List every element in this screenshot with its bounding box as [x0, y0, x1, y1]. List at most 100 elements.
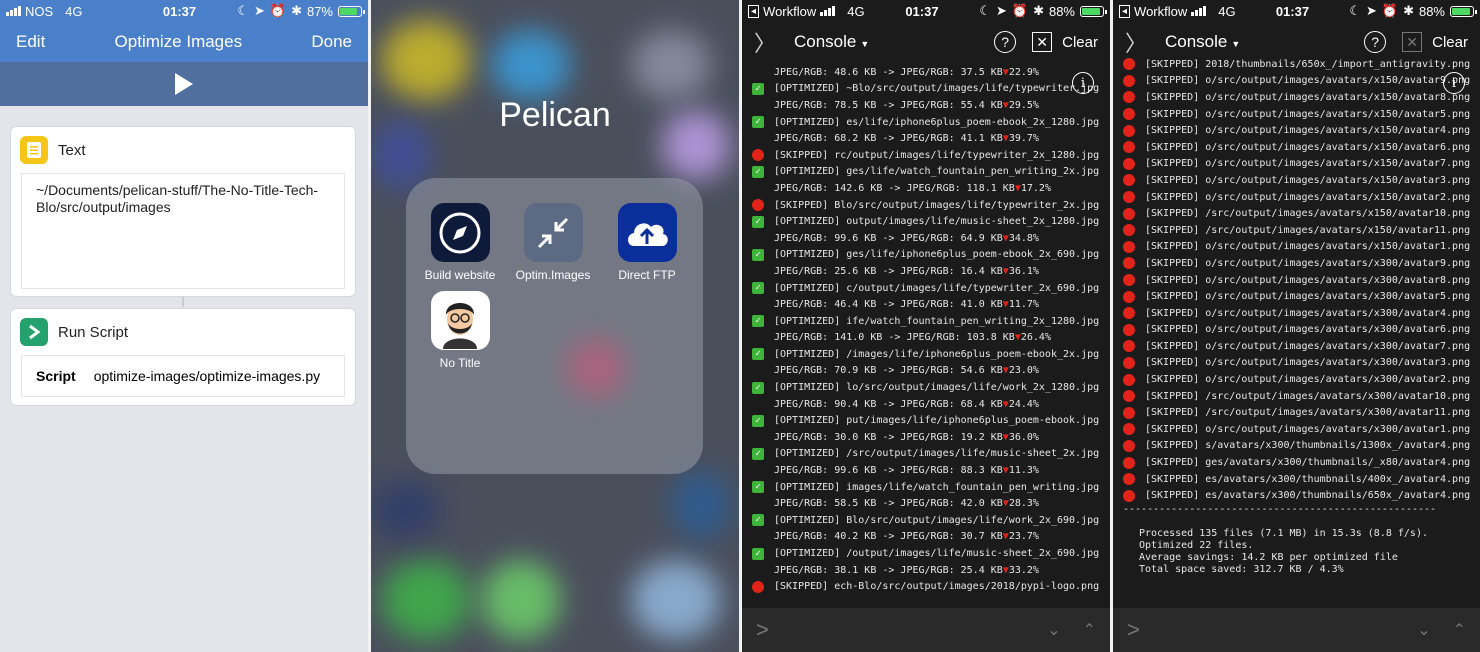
back-to-app-icon[interactable]: ◂ [748, 4, 760, 18]
clear-button[interactable]: Clear [1432, 34, 1468, 51]
text-content-field[interactable]: ~/Documents/pelican-stuff/The-No-Title-T… [21, 173, 345, 289]
log-line: ✓ [OPTIMIZED] output/images/life/music-sh… [742, 213, 1110, 230]
log-line: JPEG/RGB: 38.1 KB -> JPEG/RGB: 25.4 KB ▼… [742, 562, 1110, 579]
savings-percent: 33.2% [1008, 564, 1039, 576]
log-line: [SKIPPED] o/src/output/images/avatars/x3… [1113, 371, 1480, 388]
done-button[interactable]: Done [311, 32, 352, 52]
log-line: JPEG/RGB: 99.6 KB -> JPEG/RGB: 64.9 KB ▼… [742, 230, 1110, 247]
console-output[interactable]: [SKIPPED] 2018/thumbnails/650x_/import_a… [1113, 56, 1480, 608]
console-input-bar: > ⌄ ⌃ [1113, 608, 1480, 652]
console-panel-1: ◂ Workflow 4G 01:37 ☾ ➤ ⏰ ✱ 88% 〉 Console ▼ ? ✕… [742, 0, 1110, 652]
savings-percent: 24.4% [1008, 398, 1039, 410]
log-line: JPEG/RGB: 40.2 KB -> JPEG/RGB: 30.7 KB ▼… [742, 529, 1110, 546]
alarm-icon: ⏰ [1381, 3, 1399, 18]
log-text: JPEG/RGB: 142.6 KB -> JPEG/RGB: 118.1 KB [774, 182, 1015, 194]
log-line: [SKIPPED] o/src/output/images/avatars/x1… [1113, 122, 1480, 139]
log-text: [OPTIMIZED] images/life/watch_fountain_p… [774, 481, 1100, 493]
log-text: [OPTIMIZED] /images/life/iphone6plus_poe… [774, 348, 1100, 360]
log-line: [SKIPPED] o/src/output/images/avatars/x3… [1113, 288, 1480, 305]
log-line: ✓ [OPTIMIZED] lo/src/output/images/life/w… [742, 379, 1110, 396]
app-direct-ftp[interactable]: Direct FTP [602, 203, 692, 282]
log-line: ✓ [OPTIMIZED] /output/images/life/music-s… [742, 545, 1110, 562]
log-line: JPEG/RGB: 99.6 KB -> JPEG/RGB: 88.3 KB ▼… [742, 462, 1110, 479]
blurred-background [381, 20, 471, 100]
chevron-up-icon[interactable]: ⌃ [1083, 620, 1096, 640]
skipped-dot-icon [1123, 174, 1135, 187]
run-script-card: Run Script Script optimize-images/optimi… [10, 308, 356, 406]
skipped-dot-icon [1123, 340, 1135, 353]
status-bar: NOS 4G 01:37 ☾ ➤ ⏰ ✱ 87% [0, 0, 368, 22]
bluetooth-icon: ✱ [1403, 3, 1414, 18]
script-row[interactable]: Script optimize-images/optimize-images.p… [21, 355, 345, 397]
log-line: [SKIPPED] /src/output/images/avatars/x15… [1113, 222, 1480, 239]
log-text: [SKIPPED] o/src/output/images/avatars/x1… [1145, 125, 1471, 137]
log-line: [SKIPPED] /src/output/images/avatars/x15… [1113, 205, 1480, 222]
chevron-up-icon[interactable]: ⌃ [1453, 620, 1466, 640]
summary-line: Total space saved: 312.7 KB / 4.3% [1139, 564, 1344, 576]
console-title[interactable]: Console ▼ [794, 32, 994, 52]
edit-button[interactable]: Edit [16, 32, 45, 52]
log-line: JPEG/RGB: 58.5 KB -> JPEG/RGB: 42.0 KB ▼… [742, 495, 1110, 512]
info-icon[interactable]: i [1072, 72, 1094, 94]
log-text: JPEG/RGB: 99.6 KB -> JPEG/RGB: 64.9 KB [774, 232, 1003, 244]
log-text: [SKIPPED] o/src/output/images/avatars/x3… [1145, 307, 1471, 319]
log-text: [SKIPPED] es/avatars/x300/thumbnails/400… [1145, 473, 1471, 485]
skipped-dot-icon [1123, 406, 1135, 419]
console-output[interactable]: JPEG/RGB: 48.6 KB -> JPEG/RGB: 37.5 KB ▼… [742, 64, 1110, 608]
back-app-name[interactable]: Workflow [763, 4, 816, 19]
app-build-website[interactable]: Build website [415, 203, 505, 282]
help-icon[interactable]: ? [1364, 31, 1387, 53]
blurred-background [671, 470, 731, 540]
log-line: [SKIPPED] o/src/output/images/avatars/x1… [1113, 73, 1480, 90]
battery-percent: 88% [1048, 3, 1075, 19]
log-text: [OPTIMIZED] lo/src/output/images/life/wo… [774, 382, 1100, 394]
prompt-chevron-icon[interactable]: > [1127, 617, 1140, 643]
help-icon[interactable]: ? [994, 31, 1017, 53]
summary-line: Processed 135 files (7.1 MB) in 15.3s (8… [1139, 528, 1428, 540]
moon-icon: ☾ [1349, 3, 1361, 18]
back-app-name[interactable]: Workflow [1134, 4, 1187, 19]
console-input-bar: > ⌄ ⌃ [742, 608, 1110, 652]
chevron-right-icon [20, 318, 48, 346]
log-text: [SKIPPED] o/src/output/images/avatars/x1… [1145, 191, 1471, 203]
compass-icon [430, 203, 490, 262]
console-title[interactable]: Console ▼ [1165, 32, 1364, 52]
checkmark-icon: ✓ [752, 447, 764, 460]
log-text: [SKIPPED] Blo/src/output/images/life/typ… [774, 199, 1100, 211]
back-to-app-icon[interactable]: ◂ [1119, 4, 1131, 18]
close-icon[interactable]: ✕ [1402, 32, 1423, 52]
savings-percent: 23.0% [1008, 365, 1039, 377]
log-text: JPEG/RGB: 78.5 KB -> JPEG/RGB: 55.4 KB [774, 99, 1003, 111]
clock: 01:37 [905, 3, 939, 19]
log-text: [OPTIMIZED] /src/output/images/life/musi… [774, 448, 1100, 460]
app-label: Optim.Images [515, 268, 591, 282]
app-no-title[interactable]: No Title [415, 291, 505, 370]
close-icon[interactable]: ✕ [1032, 32, 1053, 52]
chevron-right-icon[interactable]: 〉 [1125, 26, 1165, 58]
log-text: JPEG/RGB: 68.2 KB -> JPEG/RGB: 41.1 KB [774, 133, 1003, 145]
chevron-down-icon[interactable]: ⌄ [1047, 620, 1060, 640]
log-line: [SKIPPED] es/avatars/x300/thumbnails/650… [1113, 487, 1480, 504]
chevron-down-icon[interactable]: ⌄ [1417, 620, 1430, 640]
log-line: [SKIPPED] o/src/output/images/avatars/x3… [1113, 255, 1480, 272]
alarm-icon: ⏰ [269, 3, 287, 18]
battery-icon [1450, 5, 1477, 17]
cloud-upload-icon [617, 203, 677, 262]
chevron-right-icon[interactable]: 〉 [754, 26, 794, 58]
info-icon[interactable]: i [1443, 72, 1465, 94]
skipped-dot-icon [1123, 356, 1135, 369]
app-optim-images[interactable]: Optim.Images [508, 203, 598, 282]
prompt-chevron-icon[interactable]: > [756, 617, 769, 643]
savings-percent: 23.7% [1008, 531, 1039, 543]
play-icon[interactable] [175, 73, 193, 95]
skipped-dot-icon [1123, 191, 1135, 204]
clock: 01:37 [162, 3, 197, 19]
clear-button[interactable]: Clear [1062, 34, 1098, 51]
